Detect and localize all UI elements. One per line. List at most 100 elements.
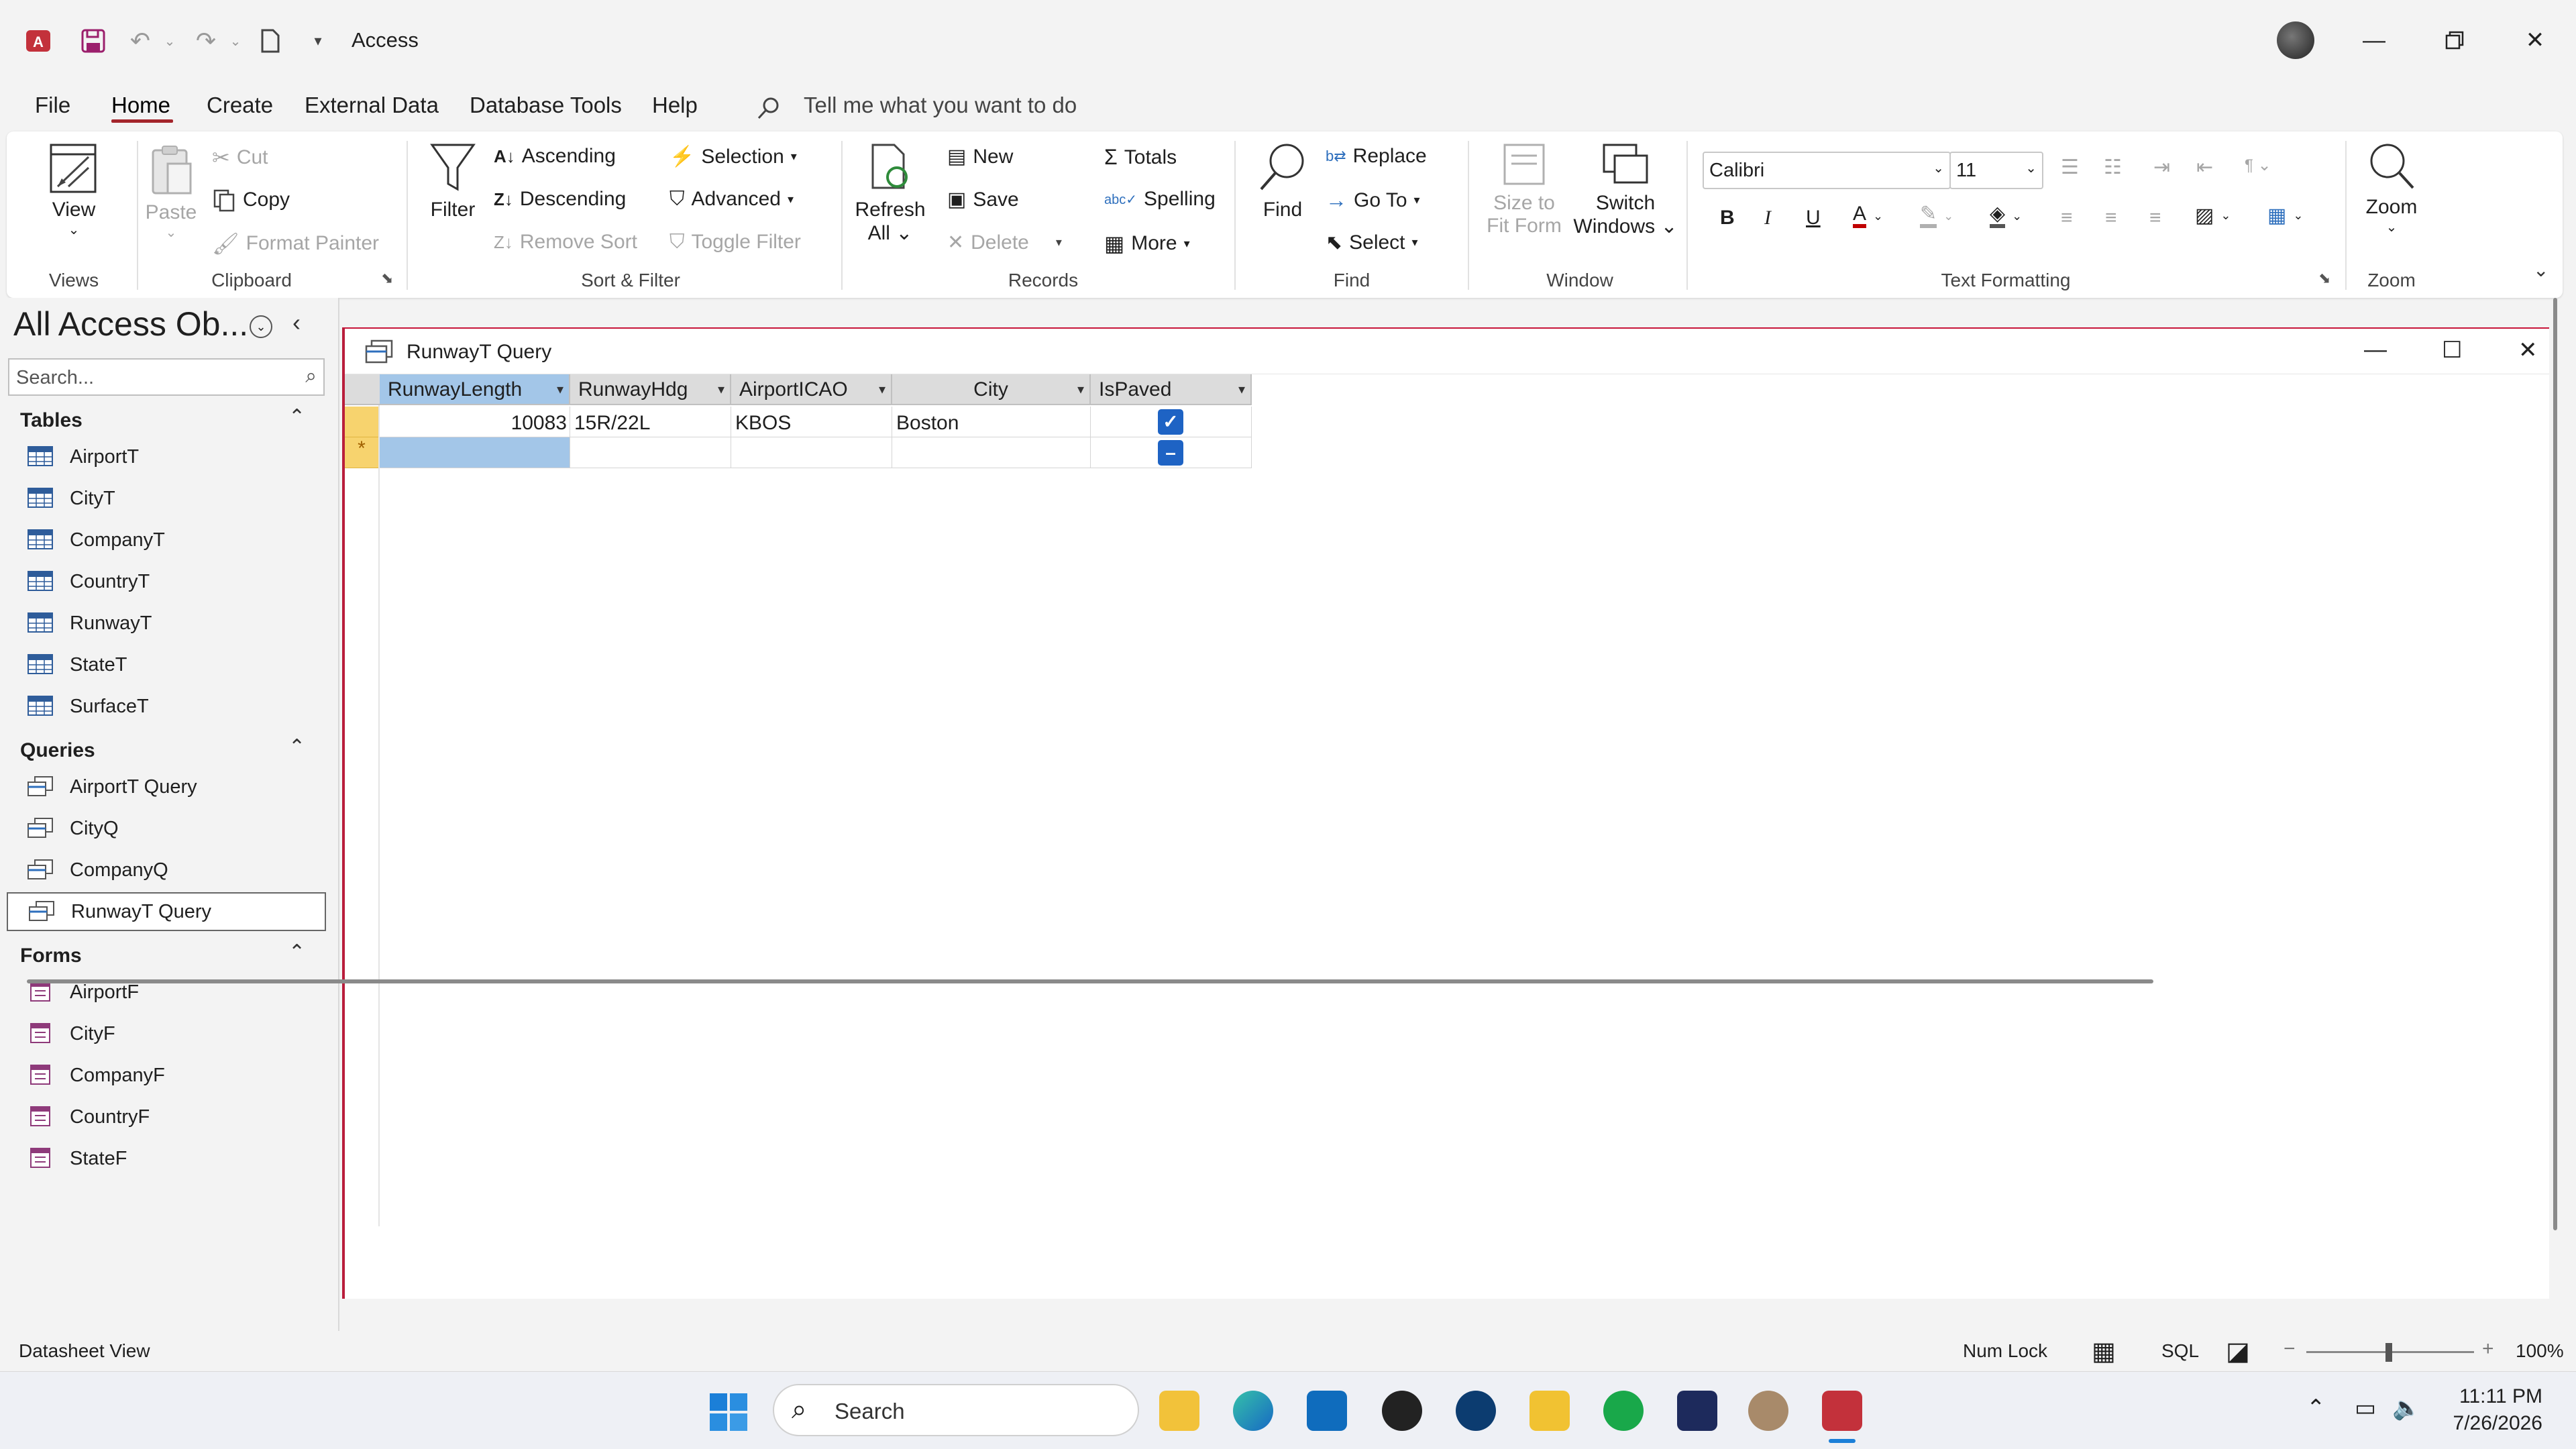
save-icon[interactable] [78,25,109,56]
cell-city[interactable]: Boston [892,407,1091,437]
undo-dropdown-icon[interactable]: ⌄ [160,25,180,56]
view-button[interactable]: View ⌄ [34,141,114,238]
nav-pane-collapse-icon[interactable]: ‹ [292,309,301,337]
column-header-ispaved[interactable]: IsPaved ▾ [1091,374,1252,405]
replace-button[interactable]: b⇄ Replace [1326,145,1427,168]
close-button[interactable]: ✕ [2505,20,2565,60]
cell-runwayhdg[interactable]: 15R/22L [570,407,731,437]
ascending-button[interactable]: A↓ Ascending [494,145,616,168]
nav-search-input[interactable]: Search... ⌕ [8,358,325,396]
font-color-button[interactable]: A ⌄ [1853,204,1883,228]
refresh-all-button[interactable]: Refresh All ⌄ [853,141,927,245]
nav-item-runwayt[interactable]: RunwayT [7,604,326,643]
goto-button[interactable]: → Go To ▾ [1326,188,1420,213]
align-right-button[interactable]: ≡ [2149,207,2161,229]
tell-me-input[interactable]: Tell me what you want to do [804,93,1077,118]
switch-windows-button[interactable]: Switch Windows ⌄ [1570,141,1681,238]
sql-view-button[interactable]: SQL [2161,1340,2199,1362]
nav-item-statef[interactable]: StateF [7,1139,326,1178]
align-center-button[interactable]: ≡ [2105,207,2117,229]
column-header-airporticao[interactable]: AirportICAO ▾ [731,374,892,405]
italic-button[interactable]: I [1764,207,1771,229]
tab-database-tools[interactable]: Database Tools [470,93,622,118]
nav-item-countryt[interactable]: CountryT [7,562,326,601]
column-filter-dropdown-icon[interactable]: ▾ [1238,381,1245,398]
advanced-button[interactable]: ⛉ Advanced ▾ [669,188,794,211]
font-size-select[interactable]: 11 ⌄ [1949,152,2043,189]
column-filter-dropdown-icon[interactable]: ▾ [879,381,885,398]
nav-section-tables[interactable]: Tables [20,409,83,432]
underline-button[interactable]: U [1806,207,1821,229]
zoom-in-button[interactable]: + [2482,1338,2494,1360]
numbering-button[interactable]: ☷ [2104,156,2122,179]
cell-runwaylength[interactable]: 10083 [380,407,570,437]
vertical-scrollbar[interactable] [2553,298,2557,1230]
nav-section-forms[interactable]: Forms [20,945,82,967]
zoom-out-button[interactable]: − [2284,1338,2296,1360]
column-header-runwayhdg[interactable]: RunwayHdg ▾ [570,374,731,405]
app-icon-8[interactable] [1677,1391,1717,1431]
new-record-button[interactable]: ▤ New [947,145,1013,168]
totals-button[interactable]: Σ Totals [1104,145,1177,170]
copy-button[interactable]: Copy [212,188,290,212]
fill-color-button[interactable]: ◈ ⌄ [1990,204,2022,228]
column-filter-dropdown-icon[interactable]: ▾ [557,381,564,398]
collapse-section-icon[interactable]: ⌃ [288,405,305,429]
collapse-ribbon-icon[interactable]: ⌄ [2533,259,2548,281]
new-record-selector[interactable]: * [345,437,378,468]
clipboard-launcher-icon[interactable]: ⬊ [381,270,393,287]
zoom-slider[interactable] [2306,1343,2474,1362]
new-row-cell-runwaylength[interactable] [380,437,570,468]
tab-help[interactable]: Help [652,93,698,118]
access-taskbar-icon[interactable] [1822,1391,1862,1431]
taskbar-search[interactable]: ⌕ Search [773,1384,1139,1436]
more-button[interactable]: ▦ More ▾ [1104,231,1190,256]
new-document-icon[interactable] [255,25,286,56]
nav-section-queries[interactable]: Queries [20,739,95,762]
nav-item-companyt[interactable]: CompanyT [7,521,326,559]
nav-item-companyf[interactable]: CompanyF [7,1056,326,1095]
nav-pane-title[interactable]: All Access Ob... [13,305,248,343]
spelling-button[interactable]: abc✓ Spelling [1104,188,1216,211]
doc-minimize-button[interactable]: — [2364,337,2387,363]
select-button[interactable]: ⬉ Select ▾ [1326,231,1418,254]
app-icon-6[interactable] [1529,1391,1570,1431]
network-icon[interactable]: ▭ [2355,1395,2376,1421]
descending-button[interactable]: Z↓ Descending [494,188,626,211]
restore-button[interactable] [2424,20,2485,60]
design-view-button[interactable]: ◪ [2226,1336,2250,1366]
app-icon-7[interactable] [1603,1391,1644,1431]
column-header-city[interactable]: City ▾ [892,374,1091,405]
collapse-section-icon[interactable]: ⌃ [288,941,305,964]
filter-button[interactable]: Filter [416,141,490,221]
clock-time[interactable]: 11:11 PM [2449,1385,2542,1408]
horizontal-scrollbar[interactable] [27,979,2153,983]
tab-external-data[interactable]: External Data [305,93,439,118]
checkbox[interactable]: ✓ [1158,409,1183,435]
remove-sort-button[interactable]: Z↓ Remove Sort [494,231,637,254]
zoom-slider-thumb[interactable] [2385,1343,2392,1362]
cell-ispaved[interactable]: ✓ [1091,407,1252,437]
tab-home[interactable]: Home [111,93,170,118]
minimize-button[interactable]: — [2344,20,2404,60]
cut-button[interactable]: ✂ Cut [212,145,268,170]
highlight-button[interactable]: ✎ ⌄ [1920,204,1953,228]
size-to-fit-form-button[interactable]: Size to Fit Form [1477,141,1571,237]
font-name-select[interactable]: Calibri ⌄ [1703,152,1951,189]
collapse-section-icon[interactable]: ⌃ [288,735,305,759]
tab-create[interactable]: Create [207,93,273,118]
start-button[interactable] [708,1392,749,1432]
nav-item-airportt-query[interactable]: AirportT Query [7,767,326,806]
nav-item-airportt[interactable]: AirportT [7,437,326,476]
doc-close-button[interactable]: ✕ [2518,337,2538,364]
zoom-percent[interactable]: 100% [2516,1340,2564,1362]
nav-item-airportf[interactable]: AirportF [7,973,326,1012]
nav-item-runwayt-query[interactable]: RunwayT Query [7,892,326,931]
bullets-button[interactable]: ☰ [2061,156,2079,179]
nav-item-cityt[interactable]: CityT [7,479,326,518]
redo-dropdown-icon[interactable]: ⌄ [225,25,246,56]
user-avatar[interactable] [2277,21,2314,59]
selection-button[interactable]: ⚡ Selection ▾ [669,145,797,168]
outlook-icon[interactable] [1307,1391,1347,1431]
doc-maximize-button[interactable]: ☐ [2442,337,2462,364]
